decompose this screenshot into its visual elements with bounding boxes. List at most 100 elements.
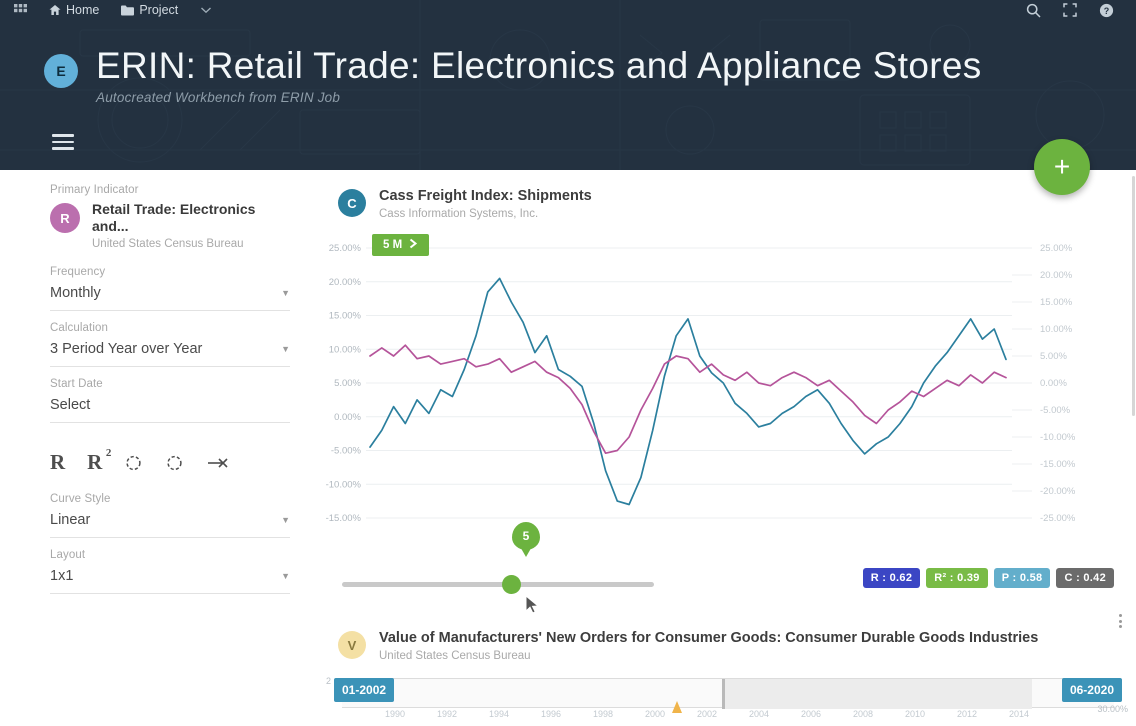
page-title: ERIN: Retail Trade: Electronics and Appl… [96,45,982,86]
svg-text:-20.00%: -20.00% [1040,486,1076,497]
chevron-down-icon: ▼ [281,515,290,525]
start-date-input[interactable]: Select [50,395,290,423]
refresh-ccw-icon[interactable] [165,453,184,472]
primary-indicator-item[interactable]: R Retail Trade: Electronics and... Unite… [50,201,290,250]
range-selection[interactable] [722,679,1032,709]
chevron-down-icon: ▼ [281,288,290,298]
badge-r-squared[interactable]: R² : 0.39 [926,568,988,588]
svg-text:-5.00%: -5.00% [331,446,362,457]
range-end-chip[interactable]: 06-2020 [1061,678,1122,702]
search-icon[interactable] [1026,3,1041,18]
svg-text:15.00%: 15.00% [1040,297,1073,308]
calculation-label: Calculation [50,322,108,334]
app-root: Home Project ? E ERIN: Retail Trade: Ele… [0,0,1136,726]
range-tick-label: 2002 [696,709,718,719]
primary-indicator-label: Primary Indicator [50,184,139,196]
help-circle-icon[interactable]: ? [1099,3,1114,18]
folder-icon [121,5,135,16]
svg-text:25.00%: 25.00% [329,243,362,254]
chevron-right-icon [409,238,418,252]
add-button[interactable]: + [1034,139,1090,195]
lag-slider-track[interactable] [342,582,654,587]
nav-item-project[interactable]: Project [121,3,178,17]
calculation-select[interactable]: 3 Period Year over Year ▼ [50,339,290,367]
svg-text:-15.00%: -15.00% [326,513,362,524]
calculation-field: Calculation 3 Period Year over Year ▼ [50,322,290,367]
frequency-label: Frequency [50,266,106,278]
range-tick-label: 2012 [956,709,978,719]
svg-text:-25.00%: -25.00% [1040,513,1076,524]
badge-c[interactable]: C : 0.42 [1056,568,1114,588]
plus-icon: + [1053,151,1071,182]
page-subtitle: Autocreated Workbench from ERIN Job [96,90,341,105]
frequency-select[interactable]: Monthly ▼ [50,283,290,311]
settings-sidebar: Primary Indicator R Retail Trade: Electr… [0,170,320,726]
svg-text:25.00%: 25.00% [1040,243,1073,254]
svg-text:-5.00%: -5.00% [1040,405,1071,416]
badge-p[interactable]: P : 0.58 [993,568,1051,588]
svg-text:20.00%: 20.00% [1040,270,1073,281]
svg-text:0.00%: 0.00% [1040,378,1067,389]
svg-text:20.00%: 20.00% [329,277,362,288]
lag-shift-icon[interactable] [206,456,228,470]
range-start-chip[interactable]: 01-2002 [334,678,395,702]
range-track[interactable] [342,678,1114,709]
range-tick-label: 2008 [852,709,874,719]
chart-card-title: Cass Freight Index: Shipments [379,188,592,204]
layout-label: Layout [50,549,86,561]
range-tick-label: 1998 [592,709,614,719]
range-tick-label: 1992 [436,709,458,719]
mini-axis-top-label: 2 [326,676,332,686]
range-tick-label: 2000 [644,709,666,719]
fullscreen-icon[interactable] [1063,3,1077,17]
apps-grid-icon[interactable] [14,3,27,17]
home-icon [49,4,61,16]
correlation-r-icon[interactable]: R [50,450,65,475]
second-card-avatar: V [338,631,366,659]
layout-value: 1x1 [50,568,74,584]
svg-text:10.00%: 10.00% [329,344,362,355]
layout-select[interactable]: 1x1 ▼ [50,566,290,594]
start-date-field: Start Date Select [50,378,290,423]
statistics-badges: R : 0.62 R² : 0.39 P : 0.58 C : 0.42 [862,568,1114,588]
badge-r[interactable]: R : 0.62 [862,568,921,588]
primary-indicator-avatar: R [50,203,80,233]
nav-item-home[interactable]: Home [49,3,99,17]
chart-card-avatar: C [338,189,366,217]
frequency-field: Frequency Monthly ▼ [50,266,290,311]
calculation-value: 3 Period Year over Year [50,341,203,357]
range-tick-label: 1990 [384,709,406,719]
range-pill-5m[interactable]: 5 M [372,234,430,256]
workbench-avatar: E [44,54,78,88]
chart-container: 25.00% 20.00% 15.00% 10.00% 5.00% 0.00% -5.00%… [320,228,1136,528]
second-card-header: V Value of Manufacturers' New Orders for… [320,612,1136,662]
page-header: Home Project ? E ERIN: Retail Trade: Ele… [0,0,1136,170]
refresh-cw-icon[interactable] [124,453,143,472]
layout-field: Layout 1x1 ▼ [50,549,290,594]
range-tick-label: 2014 [1008,709,1030,719]
more-vertical-icon[interactable] [1119,614,1122,628]
svg-text:-10.00%: -10.00% [326,479,362,490]
r-squared-icon[interactable]: R2 [87,447,111,475]
chart-card-header: C Cass Freight Index: Shipments Cass Inf… [320,170,1136,220]
mouse-cursor-icon [525,595,540,614]
curve-style-select[interactable]: Linear ▼ [50,510,290,538]
topnav-actions: ? [1026,3,1114,18]
range-pill-label: 5 M [383,239,403,251]
statistic-toggles: R R2 [50,434,290,493]
range-tick-label: 2006 [800,709,822,719]
svg-text:5.00%: 5.00% [1040,351,1067,362]
curve-style-value: Linear [50,512,91,528]
lag-pin-tip [518,543,534,557]
primary-indicator-source: United States Census Bureau [92,238,244,250]
svg-text:10.00%: 10.00% [1040,324,1073,335]
correlation-line-chart[interactable]: 25.00% 20.00% 15.00% 10.00% 5.00% 0.00% -5.00%… [320,228,1136,528]
main-panel: C Cass Freight Index: Shipments Cass Inf… [320,170,1136,726]
primary-indicator-name: Retail Trade: Electronics and... [92,201,256,234]
hamburger-menu-icon[interactable] [52,134,74,150]
lag-slider-handle[interactable] [502,575,521,594]
page-scrollbar[interactable] [1131,170,1136,726]
curve-style-field: Curve Style Linear ▼ [50,493,290,538]
chevron-down-icon[interactable] [200,6,212,14]
second-card-source: United States Census Bureau [379,650,531,662]
